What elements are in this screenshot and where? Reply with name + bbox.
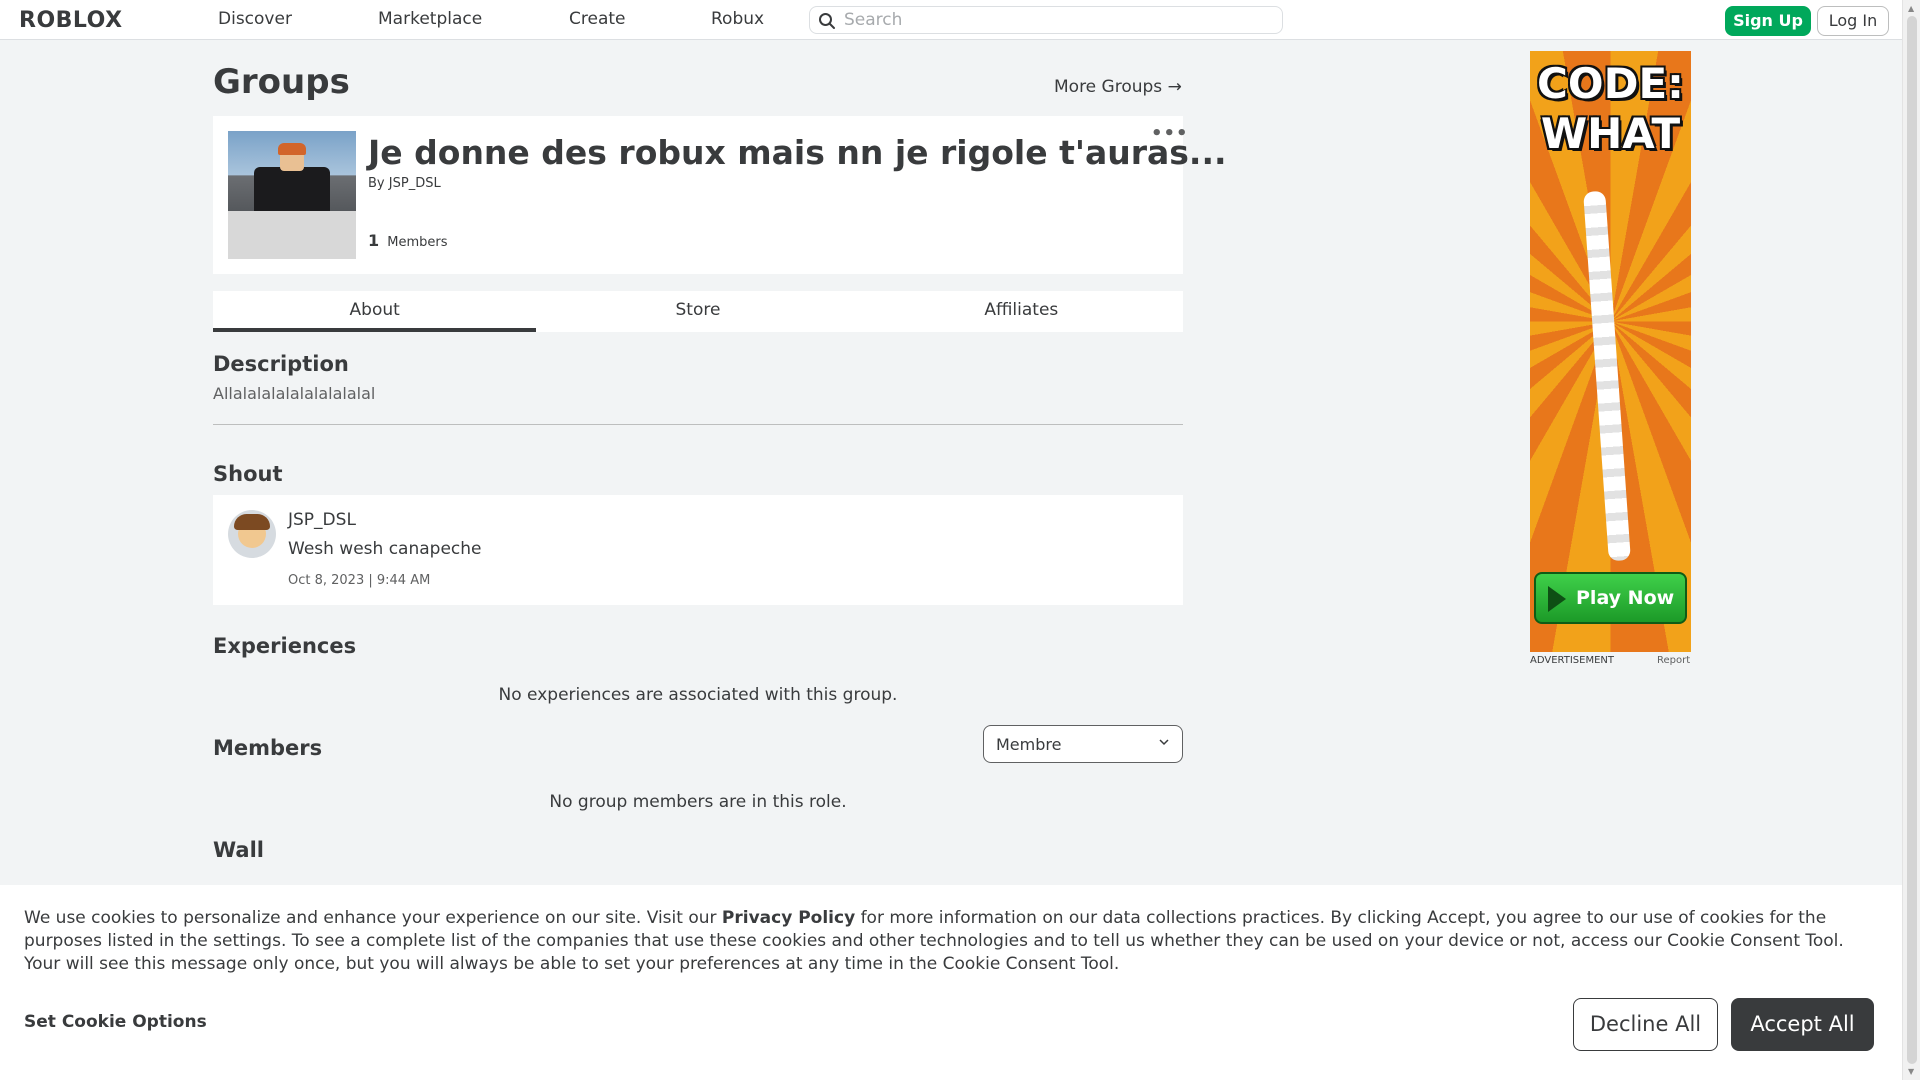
more-options-icon[interactable]: ••• bbox=[1151, 123, 1189, 144]
play-icon bbox=[1548, 586, 1566, 612]
search-icon bbox=[819, 13, 835, 29]
decline-all-button[interactable]: Decline All bbox=[1573, 998, 1718, 1051]
tab-store[interactable]: Store bbox=[536, 291, 859, 332]
chevron-down-icon bbox=[1159, 739, 1169, 746]
log-in-button[interactable]: Log In bbox=[1817, 6, 1889, 36]
avatar[interactable] bbox=[228, 510, 276, 558]
sign-up-button[interactable]: Sign Up bbox=[1725, 6, 1811, 36]
shout-heading: Shout bbox=[213, 462, 283, 486]
ad-artwork-spine bbox=[1583, 190, 1631, 562]
shout-timestamp: Oct 8, 2023 | 9:44 AM bbox=[288, 573, 431, 588]
group-by-label: By bbox=[368, 176, 385, 191]
nav-link-create[interactable]: Create bbox=[569, 9, 626, 29]
wall-heading: Wall bbox=[213, 838, 264, 862]
shout-username-link[interactable]: JSP_DSL bbox=[288, 510, 356, 530]
scroll-up-arrow-icon[interactable]: ▲ bbox=[1908, 4, 1914, 13]
group-name: Je donne des robux mais nn je rigole t'a… bbox=[368, 133, 1227, 172]
group-tabs: About Store Affiliates bbox=[213, 291, 1183, 332]
cookie-message: We use cookies to personalize and enhanc… bbox=[24, 907, 1884, 976]
group-member-count: 1 Members bbox=[368, 231, 448, 250]
scrollbar-thumb[interactable] bbox=[1907, 16, 1917, 1064]
top-navigation-bar: ROBLOX Discover Marketplace Create Robux… bbox=[0, 0, 1902, 40]
experiences-heading: Experiences bbox=[213, 634, 357, 658]
search-box[interactable] bbox=[809, 6, 1283, 34]
ad-report-link[interactable]: Report bbox=[1657, 655, 1690, 666]
member-count-number: 1 bbox=[368, 231, 380, 250]
group-owner: By JSP_DSL bbox=[368, 176, 441, 191]
emblem-character-hair bbox=[278, 143, 306, 155]
role-dropdown-value: Membre bbox=[996, 735, 1062, 754]
set-cookie-options-link[interactable]: Set Cookie Options bbox=[24, 1012, 207, 1032]
ad-play-now-button[interactable]: Play Now bbox=[1534, 572, 1687, 624]
description-text: Allalalalalalalalalalal bbox=[213, 384, 376, 403]
shout-card: JSP_DSL Wesh wesh canapeche Oct 8, 2023 … bbox=[213, 495, 1183, 605]
search-input[interactable] bbox=[844, 9, 1274, 31]
ad-play-label: Play Now bbox=[1576, 587, 1675, 609]
group-header-card: Je donne des robux mais nn je rigole t'a… bbox=[213, 116, 1227, 274]
members-empty-message: No group members are in this role. bbox=[549, 792, 847, 812]
section-divider bbox=[213, 424, 1183, 425]
emblem-character-body bbox=[254, 167, 330, 211]
tab-affiliates[interactable]: Affiliates bbox=[860, 291, 1183, 332]
more-groups-link[interactable]: More Groups → bbox=[1054, 77, 1182, 97]
nav-link-marketplace[interactable]: Marketplace bbox=[378, 9, 482, 29]
avatar-hair bbox=[234, 514, 270, 530]
cookie-consent-banner: We use cookies to personalize and enhanc… bbox=[0, 885, 1902, 1080]
cookie-text-before: We use cookies to personalize and enhanc… bbox=[24, 908, 722, 928]
ad-headline: CODE: WHAT bbox=[1537, 59, 1684, 158]
tab-about[interactable]: About bbox=[213, 291, 537, 332]
roblox-logo[interactable]: ROBLOX bbox=[19, 8, 123, 33]
role-dropdown[interactable]: Membre bbox=[983, 725, 1183, 763]
group-emblem-image bbox=[228, 131, 356, 259]
page-scrollbar[interactable]: ▲ ▼ bbox=[1902, 0, 1920, 1080]
group-owner-link[interactable]: JSP_DSL bbox=[389, 176, 441, 191]
advertisement-label: ADVERTISEMENT bbox=[1530, 655, 1615, 666]
shout-message: Wesh wesh canapeche bbox=[288, 539, 482, 559]
nav-link-robux[interactable]: Robux bbox=[711, 9, 764, 29]
accept-all-button[interactable]: Accept All bbox=[1731, 998, 1874, 1051]
experiences-empty-message: No experiences are associated with this … bbox=[498, 685, 898, 705]
description-heading: Description bbox=[213, 352, 349, 376]
page-title: Groups bbox=[213, 62, 350, 102]
nav-link-discover[interactable]: Discover bbox=[218, 9, 292, 29]
member-count-label: Members bbox=[387, 235, 448, 250]
privacy-policy-link[interactable]: Privacy Policy bbox=[722, 908, 855, 928]
scroll-down-arrow-icon[interactable]: ▼ bbox=[1908, 1067, 1914, 1076]
members-heading: Members bbox=[213, 736, 323, 760]
advertisement-banner[interactable]: CODE: WHAT Play Now bbox=[1530, 51, 1691, 652]
